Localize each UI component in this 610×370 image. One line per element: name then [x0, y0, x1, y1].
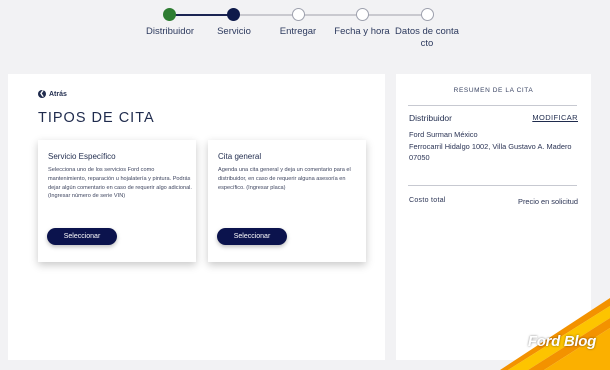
- divider: [408, 185, 577, 186]
- step-connector: [368, 14, 421, 16]
- back-arrow-icon: ❮: [38, 90, 46, 98]
- step-5-dot: [421, 8, 434, 21]
- step-4-label: Fecha y hora: [334, 26, 390, 37]
- step-connector: [304, 14, 356, 16]
- step-connector: [240, 14, 292, 16]
- total-cost-label: Costo total: [409, 197, 446, 204]
- dealer-address: Ferrocarril Hidalgo 1002, Villa Gustavo …: [409, 141, 572, 151]
- step-3-label: Entregar: [279, 26, 317, 37]
- dealer-info: Ford Surman México Ferrocarril Hidalgo 1…: [409, 129, 584, 164]
- option-card-general-appointment: Cita general Agenda una cita general y d…: [208, 140, 366, 262]
- dealer-zip: 07050: [409, 153, 430, 162]
- back-label: Atrás: [49, 90, 67, 98]
- option-title: Servicio Específico: [48, 152, 116, 161]
- page-title: TIPOS DE CITA: [38, 110, 155, 126]
- step-2-dot[interactable]: [227, 8, 240, 21]
- divider: [408, 105, 577, 106]
- summary-title: RESUMEN DE LA CITA: [453, 87, 534, 94]
- step-2-label[interactable]: Servicio: [207, 26, 261, 38]
- progress-stepper: Distribuidor Servicio Entregar Fecha y h…: [0, 0, 610, 60]
- dealer-name: Ford Surman México: [409, 130, 478, 139]
- total-cost-value: Precio en solicitud: [518, 197, 578, 206]
- dealer-label: Distribuidor: [409, 113, 452, 123]
- back-link[interactable]: ❮ Atrás: [38, 90, 67, 98]
- step-1-label[interactable]: Distribuidor: [139, 26, 201, 38]
- step-3-dot: [292, 8, 305, 21]
- option-description: Agenda una cita general y deja un coment…: [218, 167, 351, 191]
- select-specific-service-button[interactable]: Seleccionar: [47, 228, 117, 245]
- select-general-appointment-button[interactable]: Seleccionar: [217, 228, 287, 245]
- modify-dealer-link[interactable]: MODIFICAR: [532, 113, 578, 122]
- step-1-dot[interactable]: [163, 8, 176, 21]
- appointment-types-panel: ❮ Atrás TIPOS DE CITA Servicio Específic…: [8, 74, 385, 360]
- step-4-dot: [356, 8, 369, 21]
- step-connector: [175, 14, 231, 16]
- watermark-text: Ford Blog: [527, 333, 596, 350]
- step-5-label: Datos de conta cto: [395, 26, 459, 49]
- ford-blog-watermark: Ford Blog: [500, 298, 610, 370]
- option-title: Cita general: [218, 152, 262, 161]
- option-description: Selecciona uno de los servicios Ford com…: [48, 167, 192, 200]
- option-card-specific-service: Servicio Específico Selecciona uno de lo…: [38, 140, 196, 262]
